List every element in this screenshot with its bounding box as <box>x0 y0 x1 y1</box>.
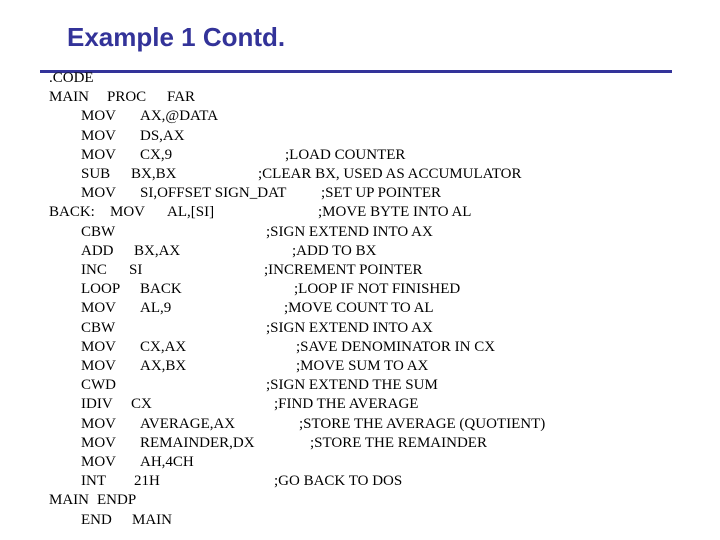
code-mnemonic: MOV <box>81 146 117 163</box>
code-comment: ;MOVE COUNT TO AL <box>284 300 434 317</box>
code-comment: ;ADD TO BX <box>292 242 377 259</box>
code-mnemonic: ENDP <box>97 492 137 509</box>
code-comment: ;INCREMENT POINTER <box>264 262 423 278</box>
code-operands: SI,OFFSET SIGN_DAT <box>140 185 287 202</box>
code-comment: ;MOVE SUM TO AX <box>296 358 429 374</box>
code-comment: ;LOAD COUNTER <box>285 146 406 163</box>
code-mnemonic: MOV <box>81 185 117 202</box>
code-comment: ;SIGN EXTEND INTO AX <box>266 223 433 240</box>
code-mnemonic: PROC <box>107 89 147 106</box>
code-line: MOV AVERAGE,AX ;STORE THE AVERAGE (QUOTIEN… <box>0 415 720 434</box>
code-line: MOV DS,AX <box>0 127 720 146</box>
code-comment: ;FIND THE AVERAGE <box>274 396 419 413</box>
code-comment: ;STORE THE AVERAGE (QUOTIENT) <box>299 415 546 432</box>
code-operands: BACK <box>140 281 182 298</box>
code-mnemonic: MOV <box>81 108 117 125</box>
code-line: MOV CX,9 ;LOAD COUNTER <box>0 146 720 165</box>
code-operands: BX,BX <box>131 166 177 182</box>
code-line: MOV AL,9 ;MOVE COUNT TO AL <box>0 299 720 318</box>
code-comment: ;CLEAR BX, USED AS ACCUMULATOR <box>258 166 522 182</box>
code-mnemonic: ADD <box>81 242 114 259</box>
code-mnemonic: MOV <box>81 415 117 432</box>
code-line: .CODE <box>0 69 720 88</box>
code-line: LOOP BACK ;LOOP IF NOT FINISHED <box>0 280 720 299</box>
code-operands: SI <box>129 262 143 278</box>
code-mnemonic: INC <box>81 262 107 278</box>
code-operands: AX,@DATA <box>140 108 219 125</box>
code-comment: ;SAVE DENOMINATOR IN CX <box>296 338 496 355</box>
code-line: CBW ;SIGN EXTEND INTO AX <box>0 223 720 242</box>
code-line: INT 21H ;GO BACK TO DOS <box>0 472 720 491</box>
code-operands: 21H <box>134 473 160 490</box>
code-operands: BX,AX <box>134 242 181 259</box>
code-label: .CODE <box>49 70 94 86</box>
code-mnemonic: MOV <box>81 454 117 470</box>
code-line: BACK: MOV AL,[SI] ;MOVE BYTE INTO AL <box>0 203 720 222</box>
code-mnemonic: SUB <box>81 166 111 182</box>
code-mnemonic: MOV <box>81 338 117 355</box>
code-mnemonic: MOV <box>110 204 146 221</box>
code-mnemonic: LOOP <box>81 281 121 298</box>
code-mnemonic: CWD <box>81 377 116 394</box>
code-label: BACK: <box>49 204 95 221</box>
code-line: MOV CX,AX ;SAVE DENOMINATOR IN CX <box>0 338 720 357</box>
code-line: END MAIN <box>0 511 720 530</box>
code-operands: CX <box>131 396 152 413</box>
code-operands: CX,AX <box>140 338 187 355</box>
code-mnemonic: MOV <box>81 434 117 451</box>
code-line: MAIN PROC FAR <box>0 88 720 107</box>
code-mnemonic: INT <box>81 473 106 490</box>
code-line: CBW ;SIGN EXTEND INTO AX <box>0 319 720 338</box>
code-line: MAIN ENDP <box>0 491 720 510</box>
slide-title: Example 1 Contd. <box>67 22 286 52</box>
code-mnemonic: IDIV <box>81 396 113 413</box>
code-operands: DS,AX <box>140 127 185 144</box>
code-operands: CX,9 <box>140 146 173 163</box>
code-line: SUB BX,BX ;CLEAR BX, USED AS ACCUMULATOR <box>0 165 720 184</box>
code-line: CWD ;SIGN EXTEND THE SUM <box>0 376 720 395</box>
code-operands: AL,9 <box>140 300 172 317</box>
code-operands: AX,BX <box>140 358 187 374</box>
code-operands: AVERAGE,AX <box>140 415 236 432</box>
code-comment: ;LOOP IF NOT FINISHED <box>294 281 461 298</box>
code-line: IDIV CX ;FIND THE AVERAGE <box>0 395 720 414</box>
code-operands: MAIN <box>132 511 172 528</box>
code-label: MAIN <box>49 492 89 509</box>
code-line: ADD BX,AX ;ADD TO BX <box>0 242 720 261</box>
code-operands: REMAINDER,DX <box>140 434 255 451</box>
code-operands: AH,4CH <box>140 454 194 470</box>
code-comment: ;STORE THE REMAINDER <box>310 434 487 451</box>
code-line: MOV SI,OFFSET SIGN_DAT ;SET UP POINTER <box>0 184 720 203</box>
code-comment: ;GO BACK TO DOS <box>274 473 403 490</box>
code-mnemonic: MOV <box>81 127 117 144</box>
code-comment: ;SET UP POINTER <box>321 185 442 202</box>
code-label: MAIN <box>49 89 89 106</box>
code-mnemonic: CBW <box>81 223 116 240</box>
code-mnemonic: MOV <box>81 358 117 374</box>
code-comment: ;SIGN EXTEND THE SUM <box>266 377 438 394</box>
code-line: INC SI ;INCREMENT POINTER <box>0 261 720 280</box>
code-line: MOV AX,BX ;MOVE SUM TO AX <box>0 357 720 376</box>
code-comment: ;SIGN EXTEND INTO AX <box>266 319 433 336</box>
code-mnemonic: CBW <box>81 319 116 336</box>
code-operands: AL,[SI] <box>167 204 215 221</box>
code-mnemonic: END <box>81 511 112 528</box>
code-line: MOV AH,4CH <box>0 453 720 472</box>
code-line: MOV REMAINDER,DX ;STORE THE REMAINDER <box>0 434 720 453</box>
code-operands: FAR <box>167 89 196 106</box>
code-line: MOV AX,@DATA <box>0 107 720 126</box>
code-mnemonic: MOV <box>81 300 117 317</box>
code-comment: ;MOVE BYTE INTO AL <box>318 204 472 221</box>
